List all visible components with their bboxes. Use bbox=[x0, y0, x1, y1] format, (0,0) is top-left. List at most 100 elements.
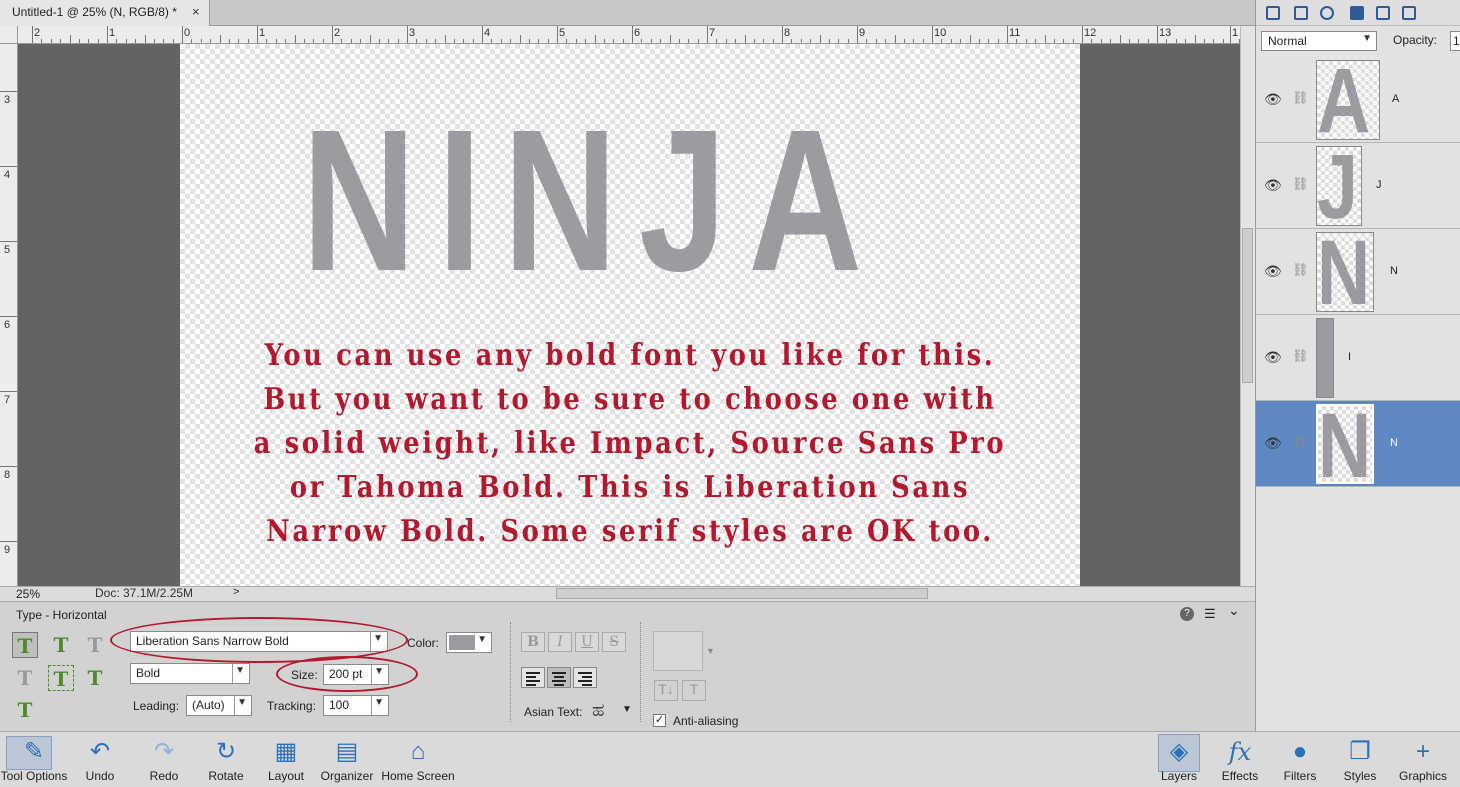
horizontal-ruler: 2 1 0 1 2 3 4 5 6 7 8 9 10 11 12 13 1 bbox=[18, 26, 1297, 44]
align-center-button[interactable] bbox=[547, 667, 571, 688]
ruler-tick bbox=[97, 39, 99, 43]
eye-icon[interactable]: 👁 bbox=[1264, 263, 1282, 280]
graphics-button[interactable]: + Graphics bbox=[1394, 733, 1452, 783]
help-icon[interactable]: ? bbox=[1180, 607, 1194, 621]
layer-row[interactable]: 👁 ⛓ N N bbox=[1256, 229, 1460, 315]
type-on-selection-tool[interactable]: T bbox=[12, 697, 38, 723]
align-right-button[interactable] bbox=[573, 667, 597, 688]
lock-all-icon[interactable] bbox=[1376, 6, 1390, 20]
tool-options-button[interactable]: ✎ Tool Options bbox=[0, 733, 68, 783]
undo-button[interactable]: ↶ Undo bbox=[76, 733, 124, 783]
link-icon[interactable]: ⛓ bbox=[1292, 262, 1309, 278]
font-style-select[interactable]: Bold ▼ bbox=[130, 663, 250, 684]
chevron-down-icon[interactable]: ▼ bbox=[622, 704, 632, 715]
warp-text-icon[interactable]: T bbox=[682, 680, 706, 701]
ruler-tick bbox=[219, 35, 221, 43]
ruler-tick bbox=[1016, 39, 1018, 43]
layer-name[interactable]: N bbox=[1390, 265, 1398, 277]
document-tab[interactable]: Untitled-1 @ 25% (N, RGB/8) * × bbox=[0, 0, 210, 26]
adjustment-layer-icon[interactable] bbox=[1320, 6, 1334, 20]
new-group-icon[interactable] bbox=[1294, 6, 1308, 20]
status-arrow-icon[interactable]: > bbox=[233, 586, 239, 598]
anti-aliasing-checkbox[interactable]: ✓ bbox=[653, 714, 666, 727]
ruler-tick bbox=[866, 39, 868, 43]
type-on-shape-tool[interactable]: T bbox=[82, 632, 108, 658]
ruler-tick bbox=[1091, 39, 1093, 43]
redo-button[interactable]: ↷ Redo bbox=[140, 733, 188, 783]
collapse-icon[interactable]: ⌄ bbox=[1228, 602, 1240, 619]
ruler-tick bbox=[0, 166, 17, 167]
vertical-type-tool[interactable]: T bbox=[48, 632, 74, 658]
color-swatch bbox=[449, 635, 475, 650]
ruler-tick bbox=[50, 39, 52, 43]
blend-mode-select[interactable]: Normal ▼ bbox=[1261, 31, 1377, 51]
ruler-tick bbox=[1082, 26, 1083, 43]
type-on-path-tool[interactable]: T bbox=[82, 665, 108, 691]
layer-mask-icon[interactable] bbox=[1350, 6, 1364, 20]
ruler-tick bbox=[829, 39, 830, 43]
layer-row[interactable]: 👁 ⛓ I bbox=[1256, 315, 1460, 401]
type-mask-tool[interactable]: T bbox=[48, 665, 74, 691]
eye-icon[interactable]: 👁 bbox=[1264, 177, 1282, 194]
link-icon[interactable]: ⛓ bbox=[1292, 176, 1309, 192]
lock-transparency-icon[interactable] bbox=[1402, 6, 1416, 20]
leading-value: (Auto) bbox=[192, 698, 225, 712]
link-icon[interactable]: ⛓ bbox=[1292, 348, 1309, 364]
layers-button[interactable]: ◈ Layers bbox=[1152, 733, 1206, 783]
pencil-icon: ✎ bbox=[23, 738, 45, 765]
horizontal-scroll-thumb[interactable] bbox=[556, 588, 928, 599]
home-screen-button[interactable]: ⌂ Home Screen bbox=[378, 733, 458, 783]
document-canvas[interactable]: NINJA You can use any bold font you like… bbox=[180, 44, 1080, 586]
leading-field[interactable]: (Auto) ▼ bbox=[186, 695, 252, 716]
layer-name[interactable]: N bbox=[1390, 437, 1398, 449]
asian-text-icon[interactable]: ಹ bbox=[592, 700, 604, 721]
vertical-scroll-thumb[interactable] bbox=[1242, 228, 1253, 383]
link-icon[interactable]: ⛓ bbox=[1292, 434, 1309, 450]
rotate-button[interactable]: ↻ Rotate bbox=[200, 733, 252, 783]
eye-icon[interactable]: 👁 bbox=[1264, 91, 1282, 108]
bold-button[interactable]: B bbox=[521, 632, 545, 652]
underline-button[interactable]: U bbox=[575, 632, 599, 652]
opacity-field[interactable]: 1 bbox=[1450, 31, 1460, 51]
tracking-field[interactable]: 100 ▼ bbox=[323, 695, 389, 716]
layer-name[interactable]: J bbox=[1376, 179, 1382, 191]
ruler-tick bbox=[238, 39, 240, 43]
layout-button[interactable]: ▦ Layout bbox=[262, 733, 310, 783]
ruler-tick bbox=[1204, 39, 1205, 43]
text-warp-preview[interactable] bbox=[653, 631, 703, 671]
layer-row[interactable]: 👁 ⛓ J J bbox=[1256, 143, 1460, 229]
ruler-tick bbox=[547, 39, 549, 43]
ruler-tick bbox=[1007, 26, 1008, 43]
eye-icon[interactable]: 👁 bbox=[1264, 349, 1282, 366]
chevron-down-icon[interactable]: ▼ bbox=[706, 646, 715, 656]
zoom-level[interactable]: 25% bbox=[16, 587, 40, 601]
new-layer-icon[interactable] bbox=[1266, 6, 1280, 20]
layer-row-selected[interactable]: 👁 ⛓ N N bbox=[1256, 401, 1460, 487]
leading-label: Leading: bbox=[133, 699, 180, 713]
ruler-tick bbox=[491, 39, 493, 43]
layer-name[interactable]: I bbox=[1348, 351, 1351, 363]
panel-menu-icon[interactable]: ☰ bbox=[1204, 606, 1216, 622]
organizer-button[interactable]: ▤ Organizer bbox=[318, 733, 376, 783]
ruler-tick bbox=[1025, 39, 1027, 43]
ruler-label: 2 bbox=[334, 27, 341, 39]
home-icon: ⌂ bbox=[410, 738, 426, 765]
ruler-tick bbox=[969, 35, 971, 43]
layer-name[interactable]: A bbox=[1392, 93, 1399, 105]
ruler-tick bbox=[716, 39, 718, 43]
text-color-picker[interactable]: ▼ bbox=[446, 632, 492, 653]
align-left-button[interactable] bbox=[521, 667, 545, 688]
styles-button[interactable]: ❐ Styles bbox=[1336, 733, 1384, 783]
effects-button[interactable]: fx Effects bbox=[1214, 733, 1266, 783]
close-tab-icon[interactable]: × bbox=[192, 4, 200, 19]
strikethrough-button[interactable]: S bbox=[602, 632, 626, 652]
text-orientation-icon[interactable]: T↓ bbox=[654, 680, 678, 701]
layer-row[interactable]: 👁 ⛓ A A bbox=[1256, 57, 1460, 143]
filters-button[interactable]: ● Filters bbox=[1276, 733, 1324, 783]
link-icon[interactable]: ⛓ bbox=[1292, 90, 1309, 106]
vertical-type-mask-tool[interactable]: T bbox=[12, 665, 38, 691]
ruler-tick bbox=[500, 39, 502, 43]
horizontal-type-tool[interactable]: T bbox=[12, 632, 38, 658]
italic-button[interactable]: I bbox=[548, 632, 572, 652]
eye-icon[interactable]: 👁 bbox=[1264, 435, 1282, 452]
